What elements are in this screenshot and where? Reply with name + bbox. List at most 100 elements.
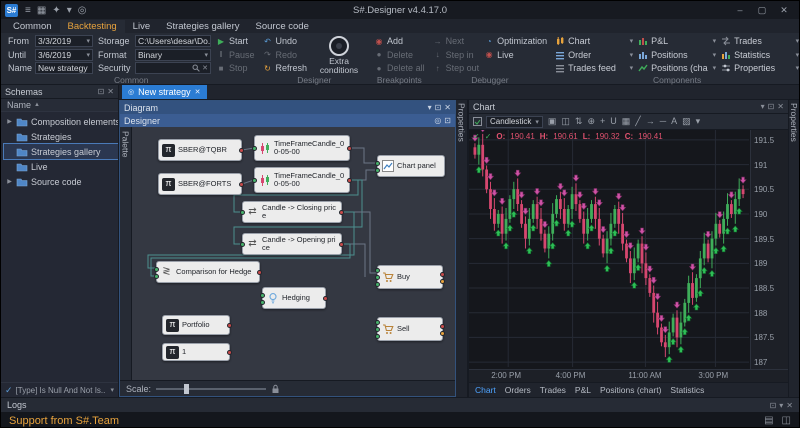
series-type-select[interactable]: Candlestick ▾: [486, 116, 543, 128]
properties-tab-right[interactable]: Properties: [788, 100, 799, 397]
out-port[interactable]: [440, 279, 445, 284]
in-port[interactable]: [260, 293, 265, 298]
from-date-input[interactable]: 3/3/2019▾: [35, 35, 93, 47]
live-button[interactable]: ◉Live: [484, 49, 547, 62]
scale-slider-thumb[interactable]: [184, 384, 189, 394]
close-icon[interactable]: ✕: [777, 102, 784, 111]
save-icon[interactable]: ▦: [34, 5, 49, 16]
chevron-down-icon[interactable]: ▾: [108, 386, 114, 394]
component-statistics[interactable]: Statistics▾: [721, 49, 799, 62]
in-port[interactable]: [375, 161, 380, 166]
out-port[interactable]: [227, 323, 232, 328]
sidebar-item-source-code[interactable]: ▶Source code: [4, 174, 118, 189]
maximize-button[interactable]: ▢: [751, 2, 773, 18]
clear-icon[interactable]: ✕: [200, 64, 208, 72]
menu-icon[interactable]: ≡: [22, 5, 34, 16]
chevron-down-icon[interactable]: ▾: [711, 51, 717, 59]
out-port[interactable]: [339, 242, 344, 247]
storage-path-input[interactable]: C:\Users\desar\Do...: [135, 35, 211, 47]
ribbon-tab-source-code[interactable]: Source code: [248, 20, 317, 33]
chevron-down-icon[interactable]: ▾: [84, 37, 90, 45]
component-chart[interactable]: Chart▾: [555, 35, 633, 48]
filter-checkbox[interactable]: ✓: [5, 385, 13, 396]
chart-tab-trades[interactable]: Trades: [540, 385, 566, 395]
diagram-node-timeframecandle-00-05-00[interactable]: TimeFrameCandle_00-05-00: [254, 135, 350, 161]
delete-all-breakpoints-button[interactable]: ●Delete all: [374, 62, 425, 75]
chevron-down-icon[interactable]: ▾: [428, 103, 432, 112]
properties-tab-left[interactable]: Properties: [456, 100, 468, 397]
schemas-column-header[interactable]: Name ▲: [1, 99, 118, 112]
chart-type-checkbox[interactable]: [473, 117, 482, 126]
palette-tab[interactable]: Palette: [120, 127, 132, 380]
diagram-node-comparison-for-hedge[interactable]: ≷Comparison for Hedge: [156, 261, 260, 283]
in-port[interactable]: [154, 274, 159, 279]
out-port[interactable]: [347, 178, 352, 183]
in-port[interactable]: [260, 300, 265, 305]
chevron-down-icon[interactable]: ▾: [711, 37, 717, 45]
crosshair-icon[interactable]: +: [599, 116, 606, 127]
out-port[interactable]: [227, 350, 232, 355]
in-port[interactable]: [240, 242, 245, 247]
chevron-down-icon[interactable]: ▾: [794, 51, 800, 59]
diagram-node-1[interactable]: π1: [162, 343, 230, 361]
start-button[interactable]: ▶Start: [216, 35, 255, 48]
component-p-l[interactable]: P&L▾: [638, 35, 716, 48]
auto-range-icon[interactable]: ⇅: [574, 116, 584, 127]
chevron-down-icon[interactable]: ▾: [794, 37, 800, 45]
chart-x-axis[interactable]: 2:00 PM4:00 PM11:00 AM3:00 PM: [469, 370, 750, 382]
step-out-button[interactable]: ↑Step out: [433, 62, 480, 75]
hline-tool-icon[interactable]: ─: [659, 116, 667, 127]
chevron-down-icon[interactable]: ▾: [711, 64, 717, 72]
in-port[interactable]: [375, 268, 380, 273]
chart-settings-icon[interactable]: ▣: [547, 116, 558, 127]
out-port[interactable]: [440, 324, 445, 329]
chart-tab-statistics[interactable]: Statistics: [670, 385, 704, 395]
chevron-down-icon[interactable]: ▾: [628, 64, 634, 72]
chart-plot[interactable]: ✓ ✓ O:190.41 H:190.61 L:190.32 C:190.41: [469, 130, 750, 369]
next-button[interactable]: →Next: [433, 35, 480, 48]
close-icon[interactable]: ✕: [786, 401, 793, 410]
diagram-node-candle-opening-price[interactable]: ⇄Candle -> Opening price: [242, 233, 342, 255]
in-port[interactable]: [375, 275, 380, 280]
line-tool-icon[interactable]: ╱: [634, 116, 641, 127]
minimize-button[interactable]: –: [729, 2, 751, 18]
component-positions[interactable]: Positions▾: [638, 49, 716, 62]
settings-icon[interactable]: ✦: [49, 5, 63, 16]
chevron-down-icon[interactable]: ▾: [779, 401, 783, 410]
component-trades-feed[interactable]: Trades feed▾: [555, 62, 633, 75]
chart-tab-p-l[interactable]: P&L: [575, 385, 591, 395]
series-visibility-checkbox[interactable]: ✓: [485, 132, 492, 141]
diagram-node-buy[interactable]: Buy: [377, 265, 443, 289]
diagram-node-hedging[interactable]: Hedging: [262, 287, 326, 309]
diagram-node-portfolio[interactable]: πPortfolio: [162, 315, 230, 335]
record-icon[interactable]: ◎: [75, 5, 90, 16]
diagram-canvas[interactable]: πSBER@TQBRπSBER@FORTSTimeFrameCandle_00-…: [132, 127, 455, 380]
chevron-down-icon[interactable]: ▾: [628, 51, 634, 59]
chevron-down-icon[interactable]: ▾: [695, 116, 702, 127]
out-port[interactable]: [440, 272, 445, 277]
close-button[interactable]: ✕: [773, 2, 795, 18]
zoom-icon[interactable]: ⊕: [586, 116, 596, 127]
in-port[interactable]: [252, 146, 257, 151]
diagram-node-sber-forts[interactable]: πSBER@FORTS: [158, 173, 242, 195]
close-icon[interactable]: ✕: [107, 87, 114, 96]
eraser-icon[interactable]: ▨: [681, 116, 692, 127]
component-positions-chart[interactable]: Positions (chart)▾: [638, 62, 716, 75]
chart-y-axis[interactable]: 191.5191190.5190189.5189188.5188187.5187: [750, 130, 788, 369]
strategy-name-input[interactable]: New strategy: [35, 62, 93, 74]
sidebar-item-composition-elements[interactable]: ▶Composition elements: [4, 114, 118, 129]
expander-icon[interactable]: ▶: [6, 178, 13, 185]
step-in-button[interactable]: ↓Step in: [433, 49, 480, 62]
diagram-node-sell[interactable]: Sell: [377, 317, 443, 341]
ribbon-tab-strategies-gallery[interactable]: Strategies gallery: [158, 20, 247, 33]
filter-expression[interactable]: [Type] Is Null And Not Is...: [16, 386, 106, 395]
in-port[interactable]: [375, 168, 380, 173]
out-port[interactable]: [339, 210, 344, 215]
ribbon-tab-live[interactable]: Live: [125, 20, 158, 33]
diagram-node-candle-closing-price[interactable]: ⇄Candle -> Closing price: [242, 201, 342, 223]
scale-slider[interactable]: [156, 388, 266, 390]
close-icon[interactable]: ✕: [444, 103, 451, 112]
chevron-down-icon[interactable]: ▾: [628, 37, 634, 45]
in-port[interactable]: [375, 282, 380, 287]
redo-button[interactable]: ↷Redo: [263, 49, 308, 62]
